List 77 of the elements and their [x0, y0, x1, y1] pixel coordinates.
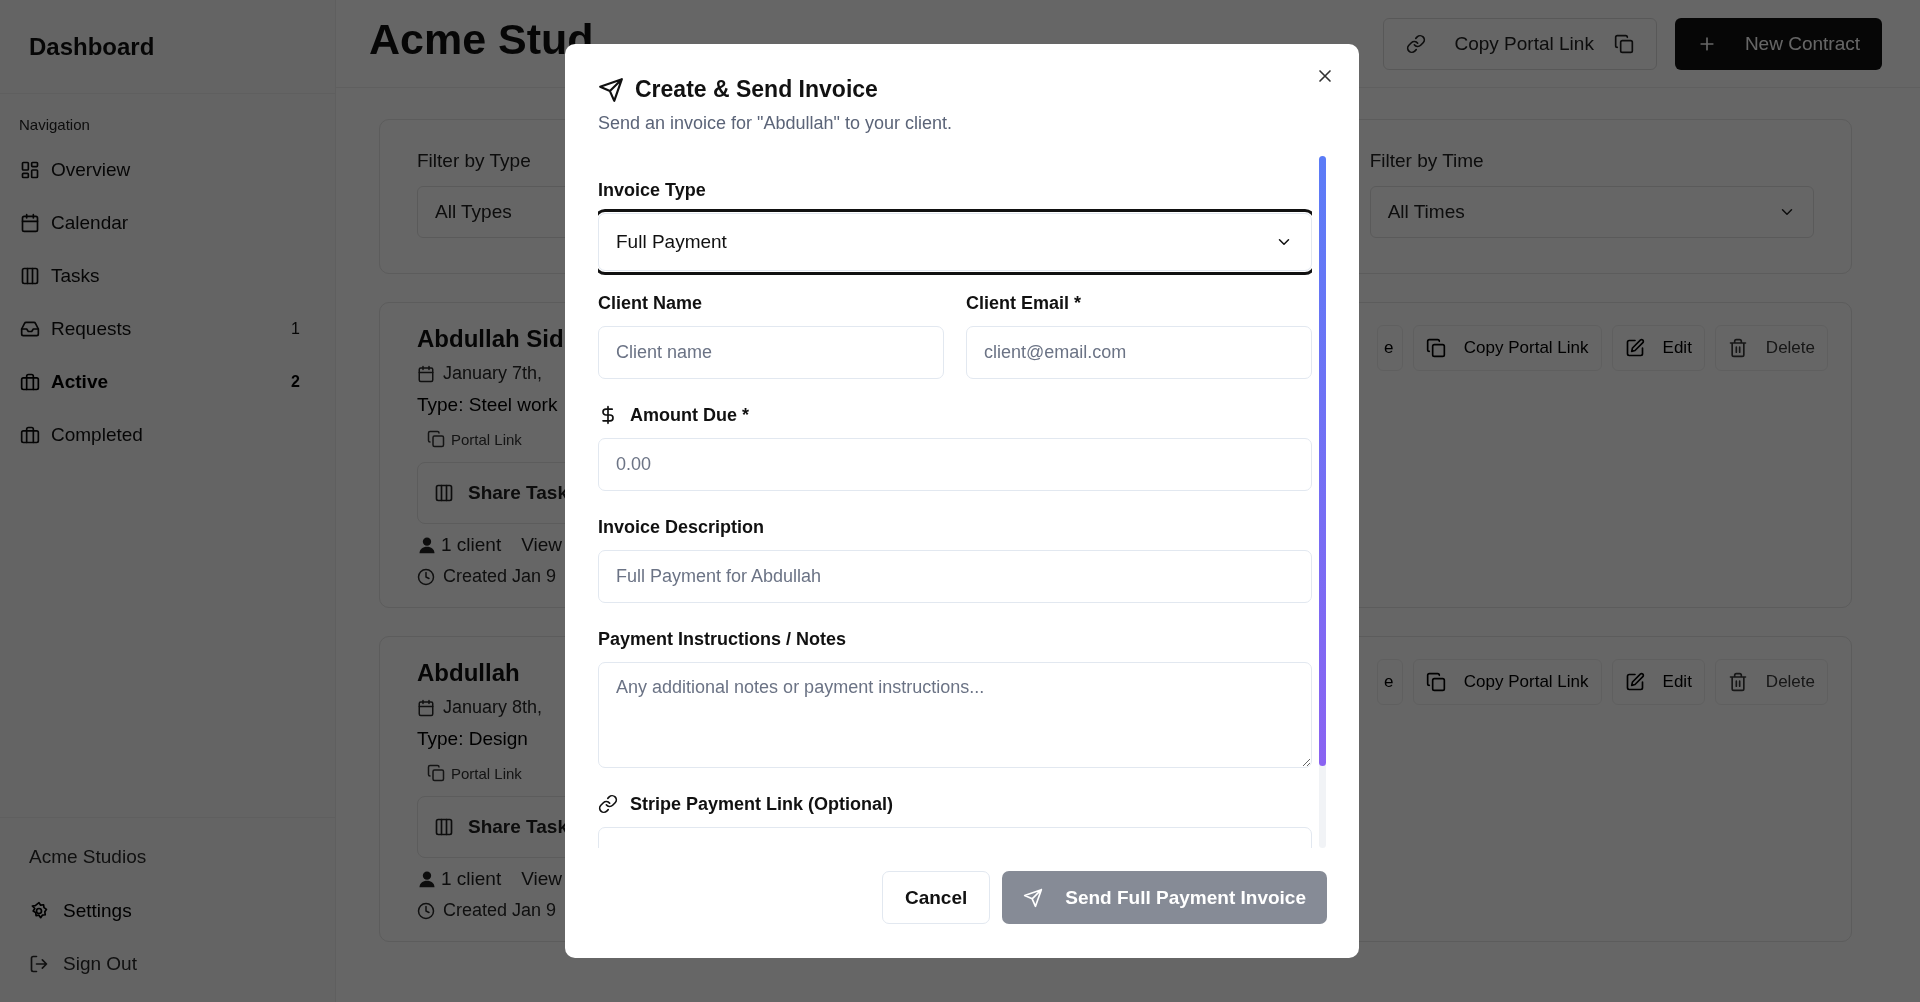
action-button[interactable]: Edit — [1611, 325, 1705, 371]
amount-field[interactable]: 0.00 — [598, 438, 1312, 491]
new-contract-button[interactable]: New Contract — [1674, 17, 1882, 70]
footer-item[interactable]: Settings — [29, 884, 315, 937]
trash-icon — [1727, 338, 1748, 358]
copy-icon — [427, 430, 445, 448]
settings-icon — [29, 900, 49, 921]
contract-title: Abdullah Sid — [417, 325, 564, 353]
filter-label: Filter by Type — [417, 150, 532, 172]
nav-item[interactable]: Overview — [10, 143, 325, 196]
field-label: Client Name — [598, 293, 704, 314]
client-count: 1 client — [441, 534, 502, 556]
calendar-icon — [417, 698, 435, 717]
nav-item[interactable]: Calendar — [10, 196, 325, 249]
contract-type: Type: Design — [417, 728, 528, 750]
copy-icon — [1425, 672, 1446, 692]
sign-out-icon — [29, 953, 49, 974]
contract-date: January 7th, — [443, 363, 543, 384]
field-label: Amount Due * — [630, 405, 749, 426]
section-label: Navigation — [18, 116, 91, 135]
action-button[interactable]: Copy Portal Link — [1412, 325, 1602, 371]
send-icon — [598, 76, 624, 103]
cancel-button[interactable]: Cancel — [881, 871, 991, 924]
view-link[interactable]: View — [521, 534, 563, 556]
nav-item[interactable]: Completed — [10, 408, 325, 461]
contract-title: Abdullah — [417, 659, 520, 687]
created-date: Created Jan 9 — [443, 900, 557, 921]
copy-icon — [1613, 33, 1634, 54]
portal-link-button[interactable]: Portal Link — [417, 426, 532, 452]
copy-icon — [427, 764, 445, 782]
nav-item[interactable]: Tasks — [10, 249, 325, 302]
trash-icon — [1727, 672, 1748, 692]
client-name-field[interactable]: Client name — [598, 326, 944, 379]
nav-item[interactable]: Requests 1 — [10, 302, 325, 355]
action-button[interactable]: e — [1376, 659, 1403, 705]
field-label: Invoice Type — [598, 180, 707, 201]
send-icon — [1023, 887, 1044, 908]
view-link[interactable]: View — [521, 868, 563, 890]
field-label: Payment Instructions / Notes — [598, 629, 848, 650]
action-button[interactable]: Copy Portal Link — [1412, 659, 1602, 705]
grid-icon — [20, 159, 40, 180]
contract-type: Type: Steel work — [417, 394, 558, 416]
calendar-icon — [20, 212, 40, 233]
user-icon — [417, 869, 437, 889]
briefcase-icon — [20, 424, 40, 445]
filter-select[interactable]: All Times — [1369, 186, 1814, 238]
dialog-title: Create & Send Invoice — [635, 76, 878, 103]
client-count: 1 client — [441, 868, 502, 890]
portal-link-button[interactable]: Portal Link — [417, 760, 532, 786]
nav-item[interactable]: Active 2 — [10, 355, 325, 408]
clock-icon — [417, 901, 435, 920]
description-field[interactable]: Full Payment for Abdullah — [598, 550, 1312, 603]
notes-field[interactable]: Any additional notes or payment instructions... — [598, 662, 1312, 768]
clock-icon — [417, 567, 435, 586]
calendar-icon — [417, 364, 435, 383]
edit-icon — [1624, 338, 1645, 358]
copy-portal-link-button[interactable]: Copy Portal Link — [1383, 17, 1657, 70]
dialog-subtitle: Send an invoice for "Abdullah" to your client. — [598, 113, 953, 134]
filter-label: Filter by Time — [1369, 150, 1485, 172]
link-icon — [598, 794, 618, 814]
columns-icon — [434, 817, 454, 837]
columns-icon — [20, 265, 40, 286]
action-button[interactable]: Edit — [1611, 659, 1705, 705]
field-label: Client Email * — [966, 293, 1083, 314]
action-button[interactable]: e — [1376, 325, 1403, 371]
copy-icon — [1425, 338, 1446, 358]
briefcase-icon — [20, 371, 40, 392]
scrollbar[interactable] — [1319, 156, 1326, 848]
account-name: Acme Studios — [29, 846, 148, 869]
columns-icon — [434, 483, 454, 503]
edit-icon — [1624, 672, 1645, 692]
created-date: Created Jan 9 — [443, 566, 557, 587]
link-icon — [1406, 33, 1427, 54]
client-email-field[interactable]: client@email.com — [966, 326, 1312, 379]
sidebar-title: Dashboard — [29, 32, 155, 61]
contract-date: January 8th, — [443, 697, 543, 718]
user-icon — [417, 535, 437, 555]
